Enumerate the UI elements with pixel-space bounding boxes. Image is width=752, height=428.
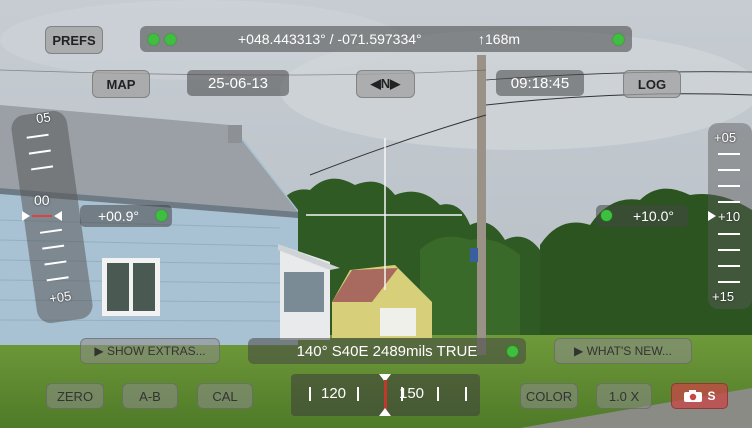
date-display: 25-06-13: [187, 70, 289, 96]
compass-left-value: 120: [321, 385, 347, 402]
roll-zero-label: 00: [34, 192, 50, 208]
roll-indicator: [22, 211, 62, 221]
pitch-scale-top-label: +05: [714, 130, 737, 145]
camera-icon: [684, 390, 703, 402]
gps-coordinates: +048.443313° / -071.597334°: [238, 31, 422, 47]
zero-button[interactable]: ZERO: [46, 383, 104, 409]
ab-button[interactable]: A-B: [122, 383, 178, 409]
roll-status-dot: [156, 210, 167, 221]
compass-pointer-bottom: [379, 408, 391, 416]
compass-tape: 120 150: [291, 374, 480, 416]
log-button[interactable]: LOG: [623, 70, 681, 98]
cal-button[interactable]: CAL: [197, 383, 253, 409]
pitch-indicator: +10: [708, 209, 752, 224]
map-button[interactable]: MAP: [92, 70, 150, 98]
compass-right-value: 150: [399, 385, 425, 402]
heading-status-dot: [507, 346, 518, 357]
compass-tick: [309, 387, 311, 401]
prefs-button[interactable]: PREFS: [45, 26, 103, 54]
roll-scale-bottom-label: +05: [48, 288, 73, 307]
camera-suffix-label: S: [707, 389, 716, 403]
pitch-status-dot: [601, 210, 612, 221]
time-display: 09:18:45: [496, 70, 584, 96]
whats-new-button[interactable]: ▶ WHAT'S NEW...: [554, 338, 692, 364]
altitude-readout: ↑168m: [478, 31, 521, 47]
pitch-scale-mid-label: +10: [718, 209, 741, 224]
pitch-angle-display: +10.0°: [596, 205, 688, 227]
color-button[interactable]: COLOR: [520, 383, 578, 409]
signal-status-dot: [165, 34, 176, 45]
show-extras-button[interactable]: ▶ SHOW EXTRAS...: [80, 338, 220, 364]
theodolite-camera-view: PREFS +048.443313° / -071.597334° ↑168m …: [0, 0, 752, 428]
compass-tick: [437, 387, 439, 401]
pitch-scale-bottom-label: +15: [712, 289, 735, 304]
roll-scale-top-label: 05: [35, 109, 52, 127]
camera-button[interactable]: S: [671, 383, 728, 409]
compass-tick: [357, 387, 359, 401]
heading-readout: 140° S40E 2489mils TRUE: [248, 338, 526, 364]
compass-tick: [465, 387, 467, 401]
zoom-button[interactable]: 1.0 X: [596, 383, 652, 409]
north-toggle-button[interactable]: ◀N▶: [356, 70, 415, 98]
gps-status-bar: +048.443313° / -071.597334° ↑168m: [140, 26, 632, 52]
fix-status-dot: [613, 34, 624, 45]
gps-status-dot: [148, 34, 159, 45]
roll-angle-display: +00.9°: [80, 205, 172, 227]
